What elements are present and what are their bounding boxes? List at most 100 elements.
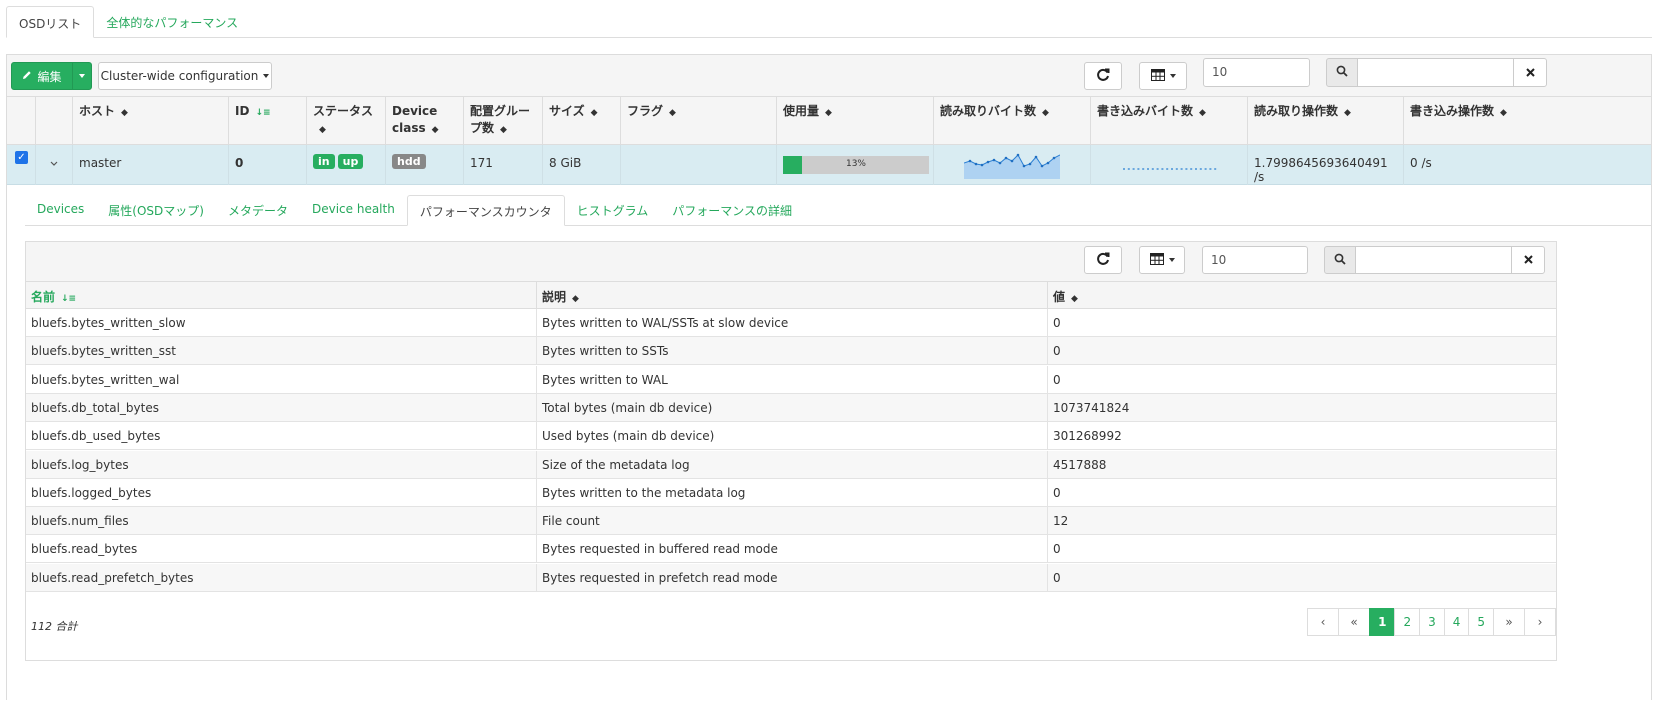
counter-description-cell: Bytes written to the metadata log bbox=[537, 478, 1048, 507]
sort-icon: ◆ bbox=[669, 108, 676, 118]
pagination: ‹ « 1 2 3 4 5 » › bbox=[1307, 608, 1556, 636]
page-4-button[interactable]: 4 bbox=[1443, 608, 1470, 636]
counters-search-input[interactable] bbox=[1355, 246, 1512, 274]
counters-refresh-button[interactable] bbox=[1084, 246, 1122, 274]
table-row[interactable]: bluefs.bytes_written_sst Bytes written to… bbox=[26, 337, 1556, 366]
counter-value-cell: 1073741824 bbox=[1053, 400, 1130, 415]
read-ops-cell: 1.7998645693640491 /s bbox=[1248, 145, 1404, 185]
search-addon bbox=[1326, 58, 1358, 87]
page-3-button[interactable]: 3 bbox=[1419, 608, 1445, 636]
table-row[interactable]: ✓ master 0 in up hdd 171 8 GiB 13% 1.799… bbox=[7, 145, 1651, 185]
column-flags[interactable]: フラグ ◆ bbox=[621, 97, 777, 145]
top-tabs: OSDリスト 全体的なパフォーマンス bbox=[6, 6, 1652, 38]
counters-table-header: 名前 ↓≡ 説明 ◆ 値 ◆ bbox=[26, 282, 1556, 309]
sort-icon: ◆ bbox=[1500, 108, 1507, 118]
sort-icon: ◆ bbox=[1042, 108, 1049, 118]
counter-description-cell: Bytes written to WAL/SSTs at slow device bbox=[537, 309, 1048, 337]
counter-description-cell: Size of the metadata log bbox=[537, 450, 1048, 479]
column-size[interactable]: サイズ ◆ bbox=[543, 97, 621, 145]
counter-name-cell: bluefs.log_bytes bbox=[26, 450, 537, 479]
sort-icon: ◆ bbox=[825, 108, 832, 118]
column-host[interactable]: ホスト ◆ bbox=[73, 97, 229, 145]
column-device-class[interactable]: Device class ◆ bbox=[386, 97, 464, 145]
counters-footer: 112 合計 ‹ « 1 2 3 4 5 » › bbox=[26, 592, 1556, 662]
row-select-cell[interactable]: ✓ bbox=[7, 145, 36, 185]
edit-dropdown-toggle[interactable] bbox=[72, 62, 92, 90]
column-usage[interactable]: 使用量 ◆ bbox=[777, 97, 934, 145]
table-row[interactable]: bluefs.read_bytes Bytes requested in buff… bbox=[26, 535, 1556, 564]
perf-counters-toolbar: 10 bbox=[26, 242, 1556, 282]
column-status[interactable]: ステータス◆ bbox=[307, 97, 386, 145]
column-read-bytes[interactable]: 読み取りバイト数 ◆ bbox=[934, 97, 1091, 145]
table-columns-icon bbox=[1149, 252, 1164, 268]
select-column-header bbox=[7, 97, 36, 145]
tab-attributes[interactable]: 属性(OSDマップ) bbox=[96, 195, 216, 225]
sort-icon: ◆ bbox=[590, 108, 598, 118]
write-bytes-cell bbox=[1091, 145, 1248, 185]
column-name[interactable]: 名前 ↓≡ bbox=[26, 282, 537, 309]
counters-columns-button[interactable] bbox=[1139, 246, 1185, 274]
edit-button[interactable]: 編集 bbox=[11, 62, 73, 90]
counters-search-addon bbox=[1324, 246, 1356, 274]
column-write-bytes[interactable]: 書き込みバイト数 ◆ bbox=[1091, 97, 1248, 145]
counter-value-cell: 0 bbox=[1053, 542, 1061, 557]
tab-device-health[interactable]: Device health bbox=[300, 195, 407, 225]
expand-column-header bbox=[36, 97, 73, 145]
prev-page-button[interactable]: « bbox=[1338, 608, 1371, 636]
tab-metadata[interactable]: メタデータ bbox=[216, 195, 300, 225]
usage-progress-bar: 13% bbox=[783, 156, 929, 174]
column-description[interactable]: 説明 ◆ bbox=[537, 282, 1048, 309]
flags-cell bbox=[621, 145, 777, 185]
counter-value-cell: 0 bbox=[1053, 570, 1061, 585]
tab-performance-details[interactable]: パフォーマンスの詳細 bbox=[660, 195, 804, 225]
page-5-button[interactable]: 5 bbox=[1468, 608, 1494, 636]
page-2-button[interactable]: 2 bbox=[1394, 608, 1421, 636]
table-row[interactable]: bluefs.read_prefetch_bytes Bytes requeste… bbox=[26, 563, 1556, 592]
cluster-config-dropdown[interactable]: Cluster-wide configuration bbox=[98, 62, 272, 90]
tab-histogram[interactable]: ヒストグラム bbox=[565, 195, 661, 225]
counter-value-cell: 0 bbox=[1053, 316, 1061, 330]
chevron-down-icon[interactable] bbox=[50, 156, 58, 170]
page-1-button[interactable]: 1 bbox=[1369, 608, 1396, 636]
columns-toggle-button[interactable] bbox=[1139, 62, 1187, 90]
counter-value-cell: 0 bbox=[1053, 344, 1061, 359]
counters-page-size-input[interactable]: 10 bbox=[1202, 246, 1308, 274]
clear-search-button[interactable] bbox=[1513, 58, 1547, 87]
counters-clear-search-button[interactable] bbox=[1511, 246, 1545, 274]
table-row[interactable]: bluefs.db_used_bytes Used bytes (main db … bbox=[26, 422, 1556, 451]
usage-cell: 13% bbox=[777, 145, 934, 185]
tab-performance-counters[interactable]: パフォーマンスカウンタ bbox=[406, 195, 565, 226]
page-size-input[interactable]: 10 bbox=[1203, 58, 1310, 87]
tab-overall-performance[interactable]: 全体的なパフォーマンス bbox=[94, 6, 250, 37]
counter-name-cell: bluefs.read_prefetch_bytes bbox=[26, 563, 537, 592]
table-row[interactable]: bluefs.db_total_bytes Total bytes (main d… bbox=[26, 393, 1556, 422]
table-row[interactable]: bluefs.logged_bytes Bytes written to the … bbox=[26, 478, 1556, 507]
last-page-button[interactable]: › bbox=[1524, 608, 1556, 636]
table-row[interactable]: bluefs.log_bytes Size of the metadata log… bbox=[26, 450, 1556, 479]
table-row[interactable]: bluefs.num_files File count 12 bbox=[26, 507, 1556, 536]
first-page-button[interactable]: ‹ bbox=[1307, 608, 1340, 636]
pg-count-cell: 171 bbox=[464, 145, 543, 185]
search-input[interactable] bbox=[1357, 58, 1514, 87]
column-value[interactable]: 値 ◆ bbox=[1048, 282, 1556, 309]
tab-osd-list[interactable]: OSDリスト bbox=[6, 6, 95, 38]
read-bytes-cell bbox=[934, 145, 1091, 185]
sort-icon: ◆ bbox=[1199, 108, 1206, 118]
osd-table-header: ホスト ◆ ID ↓≡ ステータス◆ Device class ◆ 配置グルー プ数 ◆ サ… bbox=[7, 97, 1651, 145]
usage-progress-label: 13% bbox=[845, 159, 866, 169]
table-row[interactable]: bluefs.bytes_written_wal Bytes written to… bbox=[26, 365, 1556, 394]
column-pg-count[interactable]: 配置グルー プ数 ◆ bbox=[464, 97, 543, 145]
column-id[interactable]: ID ↓≡ bbox=[229, 97, 307, 145]
column-write-ops[interactable]: 書き込み操作数 ◆ bbox=[1404, 97, 1553, 145]
write-bytes-sparkline bbox=[1123, 168, 1219, 170]
caret-down-icon bbox=[79, 74, 85, 78]
column-read-ops[interactable]: 読み取り操作数 ◆ bbox=[1248, 97, 1404, 145]
sort-icon: ◆ bbox=[572, 294, 579, 304]
refresh-button[interactable] bbox=[1084, 62, 1122, 90]
next-page-button[interactable]: » bbox=[1493, 608, 1525, 636]
cluster-config-label: Cluster-wide configuration bbox=[100, 69, 259, 83]
checkbox-icon[interactable]: ✓ bbox=[15, 151, 28, 164]
row-expand-cell[interactable] bbox=[36, 145, 73, 185]
tab-devices[interactable]: Devices bbox=[25, 195, 96, 225]
table-row[interactable]: bluefs.bytes_written_slow Bytes written t… bbox=[26, 309, 1556, 337]
